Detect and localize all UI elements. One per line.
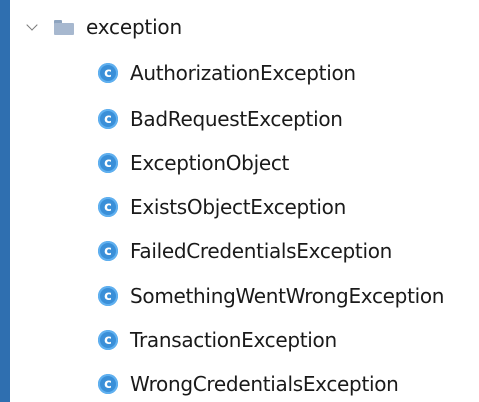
tree-item-wrong-credentials-exception[interactable]: c WrongCredentialsException — [98, 369, 399, 399]
class-icon: c — [98, 109, 118, 129]
chevron-down-icon[interactable] — [26, 20, 40, 34]
folder-icon — [54, 19, 74, 35]
class-label: BadRequestException — [130, 107, 343, 131]
class-label: ExistsObjectException — [130, 195, 346, 219]
tree-item-exists-object-exception[interactable]: c ExistsObjectException — [98, 192, 346, 222]
class-icon: c — [98, 153, 118, 173]
tree-item-something-went-wrong-exception[interactable]: c SomethingWentWrongException — [98, 281, 444, 311]
tree-folder-exception[interactable]: exception — [26, 12, 182, 42]
class-label: SomethingWentWrongException — [130, 284, 445, 308]
class-label: WrongCredentialsException — [130, 372, 399, 396]
class-label: ExceptionObject — [130, 151, 290, 175]
class-label: TransactionException — [130, 328, 337, 352]
class-icon: c — [98, 63, 118, 83]
project-tree-panel: exception c AuthorizationException c Bad… — [10, 0, 479, 402]
folder-label: exception — [86, 15, 182, 39]
class-label: FailedCredentialsException — [130, 239, 393, 263]
tree-item-bad-request-exception[interactable]: c BadRequestException — [98, 104, 343, 134]
tree-item-failed-credentials-exception[interactable]: c FailedCredentialsException — [98, 236, 392, 266]
class-label: AuthorizationException — [130, 61, 356, 85]
tree-item-transaction-exception[interactable]: c TransactionException — [98, 325, 337, 355]
class-icon: c — [98, 241, 118, 261]
class-icon: c — [98, 330, 118, 350]
class-icon: c — [98, 286, 118, 306]
class-icon: c — [98, 374, 118, 394]
class-icon: c — [98, 197, 118, 217]
tree-item-exception-object[interactable]: c ExceptionObject — [98, 148, 289, 178]
tree-item-authorization-exception[interactable]: c AuthorizationException — [98, 58, 356, 88]
